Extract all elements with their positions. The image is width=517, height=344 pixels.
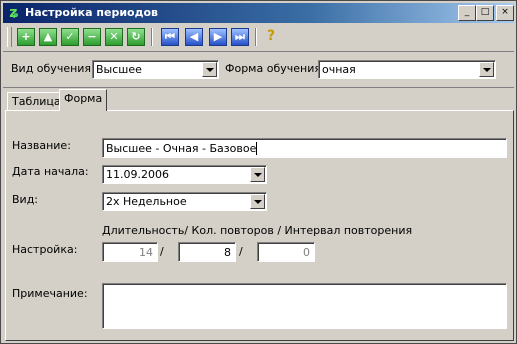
- move-up-button[interactable]: ▲: [39, 28, 57, 46]
- study-type-select[interactable]: Высшее: [92, 60, 219, 79]
- chevron-down-icon[interactable]: [250, 194, 265, 209]
- start-date-picker[interactable]: 11.09.2006: [102, 165, 267, 184]
- tab-form[interactable]: Форма: [59, 89, 108, 111]
- kind-value: 2х Недельное: [106, 195, 187, 208]
- remove-record-button[interactable]: −: [83, 28, 101, 46]
- add-record-button[interactable]: +: [17, 28, 35, 46]
- repeat-interval-value: 0: [303, 246, 310, 259]
- toolbar-separator: [255, 28, 257, 46]
- settings-header: Длительность/ Кол. повторов / Интервал п…: [102, 224, 413, 237]
- note-textarea[interactable]: [102, 283, 507, 329]
- name-label: Название:: [12, 139, 71, 152]
- window-title: Настройка периодов: [25, 6, 158, 19]
- field-separator: /: [239, 245, 243, 258]
- study-form-label: Форма обучения:: [225, 62, 325, 75]
- text-caret: [256, 142, 258, 155]
- chevron-down-icon[interactable]: [479, 62, 494, 77]
- cancel-edit-button[interactable]: ✕: [105, 28, 123, 46]
- settings-label: Настройка:: [12, 243, 78, 256]
- name-input[interactable]: Высшее - Очная - Базовое: [102, 138, 507, 158]
- first-record-button[interactable]: ⏮: [161, 28, 179, 46]
- confirm-button[interactable]: ✓: [61, 28, 79, 46]
- repeat-count-value: 8: [224, 246, 231, 259]
- form-panel: Название: Высшее - Очная - Базовое Дата …: [5, 110, 514, 341]
- refresh-button[interactable]: ↻: [127, 28, 145, 46]
- maximize-button[interactable]: □: [476, 5, 494, 21]
- minimize-button[interactable]: _: [458, 5, 476, 21]
- title-bar: ʑ Настройка периодов _ □ ×: [3, 3, 514, 23]
- toolbar-separator: [151, 28, 153, 46]
- study-form-value: очная: [322, 63, 356, 76]
- chevron-down-icon[interactable]: [250, 167, 265, 182]
- help-icon[interactable]: ?: [262, 28, 280, 46]
- app-icon: ʑ: [9, 5, 19, 21]
- study-type-value: Высшее: [96, 63, 142, 76]
- tab-table[interactable]: Таблица: [7, 92, 66, 111]
- chevron-down-icon[interactable]: [202, 62, 217, 77]
- name-value: Высшее - Очная - Базовое: [106, 142, 258, 155]
- filter-bar: Вид обучения: Высшее Форма обучения: очн…: [3, 53, 514, 88]
- duration-input[interactable]: 14: [102, 242, 158, 262]
- study-form-select[interactable]: очная: [318, 60, 496, 79]
- close-button[interactable]: ×: [496, 5, 514, 21]
- repeat-interval-input[interactable]: 0: [257, 242, 315, 262]
- repeat-count-input[interactable]: 8: [178, 242, 236, 262]
- start-date-value: 11.09.2006: [106, 168, 169, 181]
- note-label: Примечание:: [12, 287, 88, 300]
- duration-value: 14: [139, 246, 153, 259]
- prev-record-button[interactable]: ◀: [185, 28, 203, 46]
- kind-label: Вид:: [12, 193, 39, 206]
- field-separator: /: [160, 245, 164, 258]
- settings-window: ʑ Настройка периодов _ □ × + ▲ ✓ − ✕ ↻ ⏮…: [0, 0, 517, 344]
- kind-select[interactable]: 2х Недельное: [102, 192, 267, 211]
- next-record-button[interactable]: ▶: [209, 28, 227, 46]
- toolbar-grip: [7, 27, 12, 47]
- toolbar: + ▲ ✓ − ✕ ↻ ⏮ ◀ ▶ ⏭ ?: [3, 23, 514, 52]
- start-date-label: Дата начала:: [12, 165, 89, 178]
- study-type-label: Вид обучения:: [11, 62, 95, 75]
- last-record-button[interactable]: ⏭: [231, 28, 249, 46]
